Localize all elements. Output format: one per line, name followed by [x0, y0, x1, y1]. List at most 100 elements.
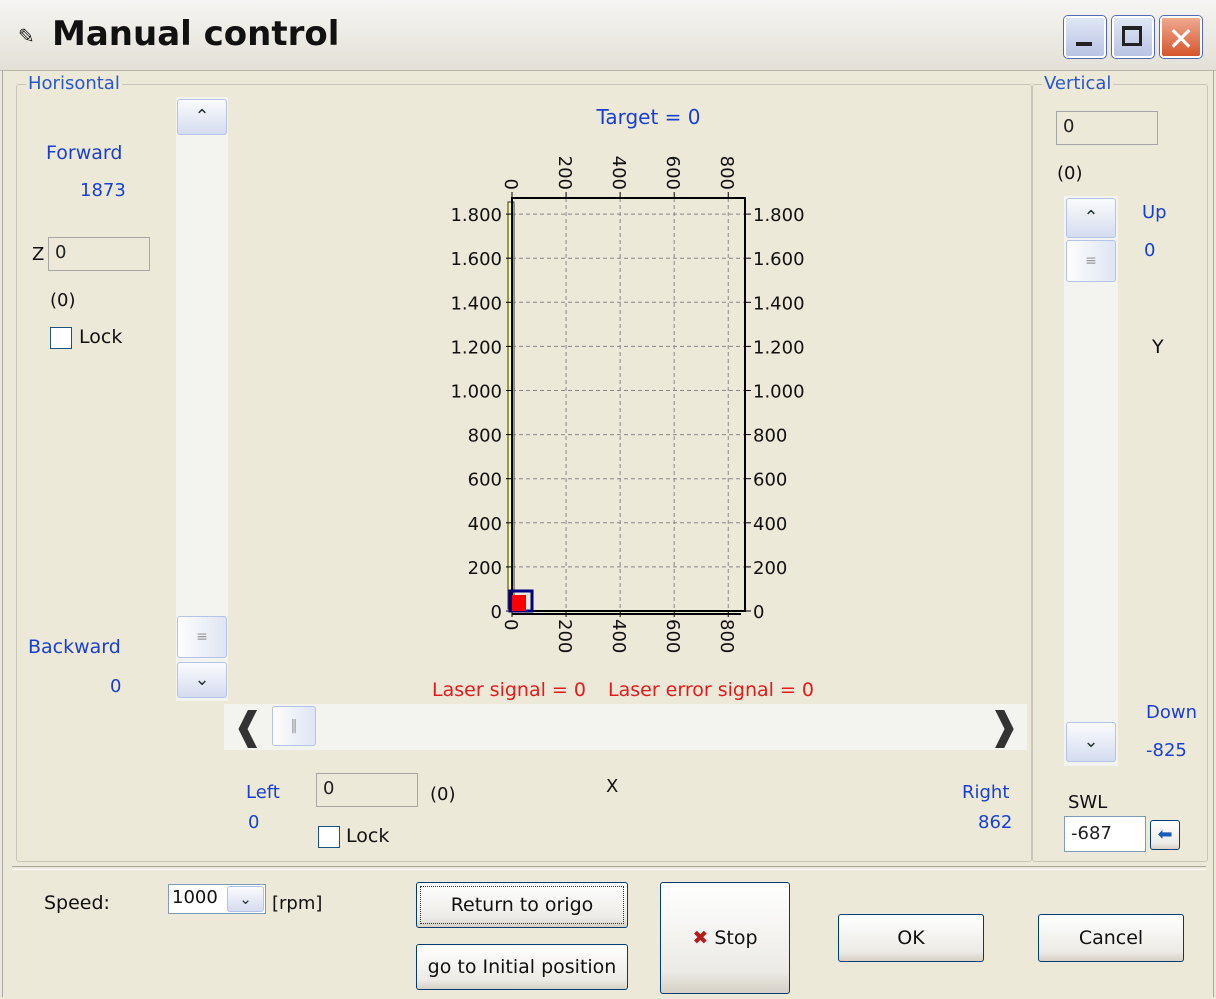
left-label: Left: [246, 782, 280, 803]
swl-apply-button[interactable]: ⬅: [1150, 820, 1180, 850]
scroll-left-button[interactable]: ❰: [226, 704, 270, 748]
scroll-up-button[interactable]: ⌃: [177, 99, 227, 135]
forward-scroll-thumb[interactable]: ≡: [177, 616, 227, 658]
left-right-scrollbar[interactable]: [224, 704, 1027, 750]
y-label: Y: [1152, 336, 1164, 358]
right-label: Right: [962, 782, 1010, 803]
y-tick-label-right: 400: [753, 514, 787, 535]
y-tick-label-left: 1.600: [450, 249, 502, 270]
y-tick-label-right: 800: [753, 426, 787, 447]
stop-x-icon: ✖: [692, 927, 709, 949]
x-lock-label: Lock: [346, 825, 390, 847]
position-chart-svg: Target = 0 0 200 400 600 800 1.000 1.200 1.400 1.…: [432, 105, 814, 701]
swl-label: SWL: [1068, 792, 1108, 813]
x-tick-label-top: 600: [662, 156, 683, 190]
x-tick-label-bottom: 200: [554, 619, 575, 653]
z-label: Z: [32, 244, 45, 265]
chevron-down-icon: ⌄: [239, 890, 252, 908]
chevron-down-icon: ⌄: [194, 669, 210, 690]
z-lock-checkbox[interactable]: [50, 327, 72, 349]
backward-value: 0: [110, 676, 122, 697]
up-label: Up: [1142, 202, 1167, 223]
z-paren-value: (0): [50, 290, 76, 311]
chart-title: Target = 0: [595, 105, 700, 129]
down-value: -825: [1146, 740, 1187, 761]
x-lock-checkbox[interactable]: [318, 826, 340, 848]
arrow-left-icon: ⬅: [1157, 824, 1173, 845]
arrow-right-icon: ❱: [988, 704, 1020, 748]
app-icon: ✎: [18, 24, 35, 48]
window-title: Manual control: [52, 14, 340, 54]
swl-input[interactable]: -687: [1064, 816, 1146, 852]
y-tick-label-right: 1.000: [753, 381, 805, 402]
vertical-legend: Vertical: [1042, 73, 1114, 94]
y-tick-label-right: 600: [753, 470, 787, 491]
speed-unit: [rpm]: [272, 893, 323, 914]
scroll-right-button[interactable]: ❱: [982, 704, 1026, 748]
right-value: 862: [978, 812, 1013, 833]
y-paren-value: (0): [1057, 163, 1083, 184]
title-bar[interactable]: ✎ Manual control ✕: [0, 0, 1216, 71]
minimize-icon: [1076, 42, 1092, 46]
ok-button[interactable]: OK: [838, 914, 984, 962]
y-tick-label-left: 800: [468, 426, 502, 447]
close-button[interactable]: ✕: [1160, 16, 1202, 58]
scroll-up-vertical-button[interactable]: ⌃: [1066, 198, 1116, 238]
y-tick-label-left: 400: [468, 514, 502, 535]
minimize-button[interactable]: [1064, 16, 1106, 58]
maximize-icon: [1122, 26, 1142, 46]
return-to-origo-button[interactable]: Return to origo: [416, 882, 628, 928]
x-tick-label-top: 400: [608, 156, 629, 190]
y-tick-label-right: 1.600: [753, 249, 805, 270]
scroll-down-button[interactable]: ⌄: [177, 662, 227, 698]
x-scroll-thumb[interactable]: ‖: [272, 706, 316, 746]
y-tick-label-left: 200: [468, 558, 502, 579]
x-tick-label-bottom: 600: [662, 619, 683, 653]
stop-button-label: Stop: [714, 927, 758, 949]
y-tick-label-right: 200: [753, 558, 787, 579]
stop-button[interactable]: ✖ Stop: [660, 882, 790, 994]
laser-signal-label: Laser signal = 0: [432, 679, 586, 701]
position-marker: [512, 595, 526, 611]
laser-error-signal-label: Laser error signal = 0: [608, 679, 814, 701]
x-tick-label-bottom: 0: [500, 619, 521, 630]
maximize-button[interactable]: [1112, 16, 1154, 58]
y-tick-label-right: 1.400: [753, 293, 805, 314]
forward-backward-scrollbar[interactable]: [176, 97, 228, 701]
z-lock-label: Lock: [79, 326, 123, 348]
y-tick-label-left: 1.800: [450, 205, 502, 226]
y-tick-label-right: 0: [753, 602, 764, 623]
go-to-initial-position-button[interactable]: go to Initial position: [416, 944, 628, 990]
x-tick-label-top: 800: [716, 156, 737, 190]
x-label: X: [606, 776, 619, 797]
left-value: 0: [248, 812, 260, 833]
cancel-button[interactable]: Cancel: [1038, 914, 1184, 962]
y-tick-label-left: 1.000: [450, 381, 502, 402]
down-label: Down: [1146, 702, 1198, 723]
y-tick-label-left: 1.400: [450, 293, 502, 314]
separator: [12, 866, 1206, 870]
speed-label: Speed:: [44, 892, 110, 914]
up-value: 0: [1144, 240, 1156, 261]
backward-label: Backward: [28, 636, 121, 658]
y-field[interactable]: 0: [1056, 111, 1158, 145]
chevron-up-icon: ⌃: [194, 106, 210, 127]
speed-dropdown-button[interactable]: ⌄: [227, 886, 264, 912]
y-scroll-thumb[interactable]: ≡: [1066, 240, 1116, 282]
scroll-down-vertical-button[interactable]: ⌄: [1066, 722, 1116, 762]
speed-select[interactable]: 1000 ⌄: [168, 884, 266, 914]
position-chart: Target = 0 0 200 400 600 800 1.000 1.200 1.400 1.…: [232, 96, 1027, 702]
forward-label: Forward: [46, 142, 123, 164]
close-icon: ✕: [1167, 20, 1195, 58]
x-field[interactable]: 0: [316, 773, 418, 807]
speed-value: 1000: [172, 887, 218, 908]
x-tick-label-top: 0: [500, 179, 521, 190]
z-field[interactable]: 0: [48, 237, 150, 271]
y-tick-label-left: 1.200: [450, 337, 502, 358]
forward-value: 1873: [80, 180, 126, 201]
horizontal-legend: Horisontal: [26, 73, 122, 94]
x-tick-label-bottom: 400: [608, 619, 629, 653]
y-tick-label-right: 1.200: [753, 337, 805, 358]
arrow-left-icon: ❰: [232, 704, 264, 748]
chevron-down-icon: ⌄: [1083, 731, 1099, 752]
